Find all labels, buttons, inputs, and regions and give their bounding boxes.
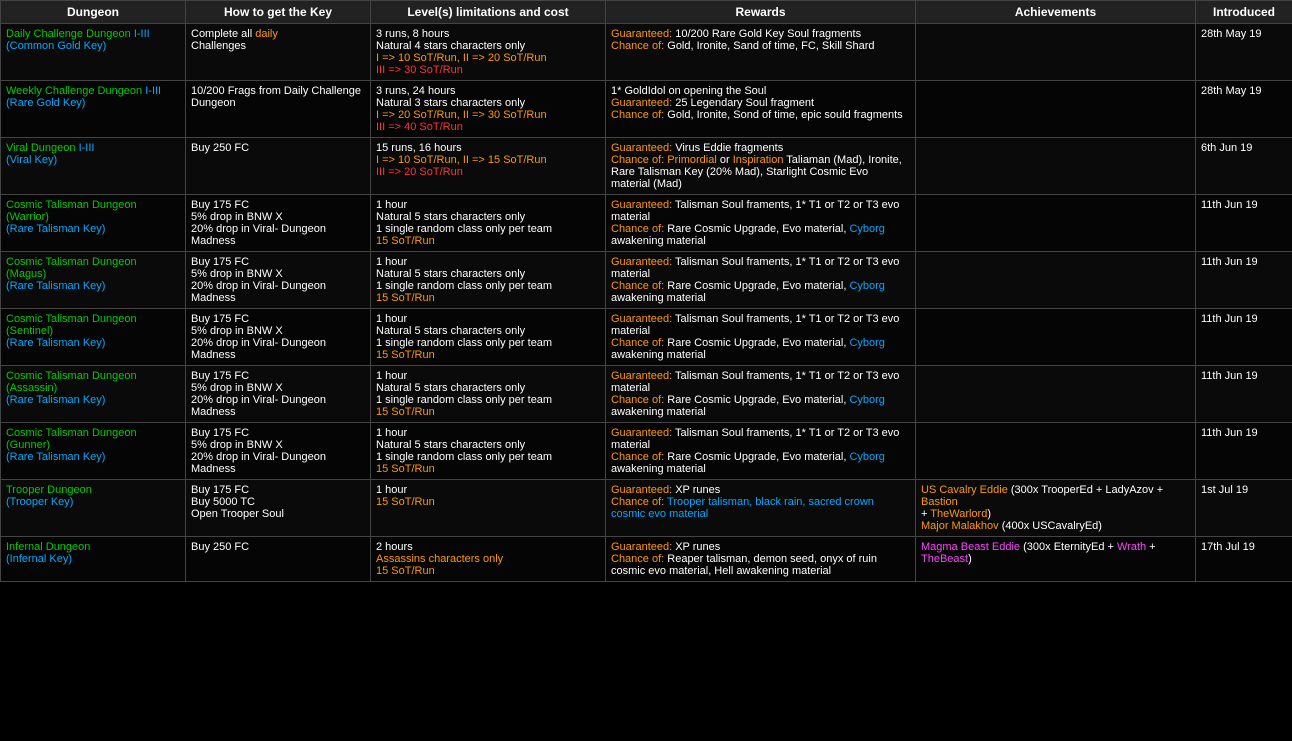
introduced-cell: 11th Jun 19: [1196, 309, 1292, 366]
levels-cell: 1 hourNatural 5 stars characters only1 s…: [371, 309, 606, 366]
table-row: Cosmic Talisman Dungeon (Magus)(Rare Tal…: [1, 252, 1292, 309]
rewards-cell: Guaranteed: Talisman Soul framents, 1* T…: [606, 366, 916, 423]
dungeon-cell: Cosmic Talisman Dungeon (Sentinel)(Rare …: [1, 309, 186, 366]
achievements-cell: [916, 81, 1196, 138]
header-rewards: Rewards: [606, 1, 916, 24]
key-cell: Buy 175 FC5% drop in BNW X20% drop in Vi…: [186, 366, 371, 423]
introduced-cell: 28th May 19: [1196, 24, 1292, 81]
introduced-cell: 11th Jun 19: [1196, 252, 1292, 309]
table-row: Cosmic Talisman Dungeon (Assassin)(Rare …: [1, 366, 1292, 423]
dungeon-table: Dungeon How to get the Key Level(s) limi…: [0, 0, 1292, 582]
dungeon-cell: Cosmic Talisman Dungeon (Assassin)(Rare …: [1, 366, 186, 423]
introduced-cell: 1st Jul 19: [1196, 480, 1292, 537]
levels-cell: 1 hourNatural 5 stars characters only1 s…: [371, 366, 606, 423]
rewards-cell: Guaranteed: Talisman Soul framents, 1* T…: [606, 423, 916, 480]
key-cell: Buy 175 FC5% drop in BNW X20% drop in Vi…: [186, 309, 371, 366]
table-row: Infernal Dungeon(Infernal Key)Buy 250 FC…: [1, 537, 1292, 582]
table-row: Weekly Challenge Dungeon I-III(Rare Gold…: [1, 81, 1292, 138]
table-row: Trooper Dungeon(Trooper Key)Buy 175 FCBu…: [1, 480, 1292, 537]
table-row: Daily Challenge Dungeon I-III(Common Gol…: [1, 24, 1292, 81]
achievements-cell: [916, 309, 1196, 366]
header-achievements: Achievements: [916, 1, 1196, 24]
achievements-cell: [916, 138, 1196, 195]
levels-cell: 15 runs, 16 hoursI => 10 SoT/Run, II => …: [371, 138, 606, 195]
introduced-cell: 28th May 19: [1196, 81, 1292, 138]
table-header: Dungeon How to get the Key Level(s) limi…: [1, 1, 1292, 24]
dungeon-cell: Cosmic Talisman Dungeon (Magus)(Rare Tal…: [1, 252, 186, 309]
rewards-cell: Guaranteed: Talisman Soul framents, 1* T…: [606, 252, 916, 309]
achievements-cell: [916, 24, 1196, 81]
introduced-cell: 11th Jun 19: [1196, 195, 1292, 252]
rewards-cell: Guaranteed: Talisman Soul framents, 1* T…: [606, 195, 916, 252]
table-row: Cosmic Talisman Dungeon (Sentinel)(Rare …: [1, 309, 1292, 366]
levels-cell: 3 runs, 8 hoursNatural 4 stars character…: [371, 24, 606, 81]
rewards-cell: Guaranteed: XP runesChance of: Reaper ta…: [606, 537, 916, 582]
introduced-cell: 6th Jun 19: [1196, 138, 1292, 195]
header-introduced: Introduced: [1196, 1, 1292, 24]
key-cell: Buy 250 FC: [186, 138, 371, 195]
dungeon-cell: Viral Dungeon I-III(Viral Key): [1, 138, 186, 195]
introduced-cell: 11th Jun 19: [1196, 366, 1292, 423]
levels-cell: 3 runs, 24 hoursNatural 3 stars characte…: [371, 81, 606, 138]
achievements-cell: US Cavalry Eddie (300x TrooperEd + LadyA…: [916, 480, 1196, 537]
table-row: Viral Dungeon I-III(Viral Key)Buy 250 FC…: [1, 138, 1292, 195]
header-key: How to get the Key: [186, 1, 371, 24]
rewards-cell: Guaranteed: XP runesChance of: Trooper t…: [606, 480, 916, 537]
key-cell: Buy 175 FC5% drop in BNW X20% drop in Vi…: [186, 252, 371, 309]
rewards-cell: Guaranteed: Virus Eddie fragmentsChance …: [606, 138, 916, 195]
achievements-cell: [916, 195, 1196, 252]
dungeon-cell: Cosmic Talisman Dungeon (Warrior)(Rare T…: [1, 195, 186, 252]
rewards-cell: Guaranteed: Talisman Soul framents, 1* T…: [606, 309, 916, 366]
key-cell: Buy 175 FC5% drop in BNW X20% drop in Vi…: [186, 423, 371, 480]
levels-cell: 1 hourNatural 5 stars characters only1 s…: [371, 195, 606, 252]
dungeon-cell: Daily Challenge Dungeon I-III(Common Gol…: [1, 24, 186, 81]
key-cell: Buy 175 FC5% drop in BNW X20% drop in Vi…: [186, 195, 371, 252]
rewards-cell: Guaranteed: 10/200 Rare Gold Key Soul fr…: [606, 24, 916, 81]
levels-cell: 2 hoursAssassins characters only15 SoT/R…: [371, 537, 606, 582]
table-row: Cosmic Talisman Dungeon (Gunner)(Rare Ta…: [1, 423, 1292, 480]
dungeon-cell: Cosmic Talisman Dungeon (Gunner)(Rare Ta…: [1, 423, 186, 480]
achievements-cell: [916, 423, 1196, 480]
achievements-cell: [916, 252, 1196, 309]
dungeon-cell: Infernal Dungeon(Infernal Key): [1, 537, 186, 582]
table-row: Cosmic Talisman Dungeon (Warrior)(Rare T…: [1, 195, 1292, 252]
key-cell: Complete all dailyChallenges: [186, 24, 371, 81]
introduced-cell: 11th Jun 19: [1196, 423, 1292, 480]
header-levels: Level(s) limitations and cost: [371, 1, 606, 24]
dungeon-cell: Weekly Challenge Dungeon I-III(Rare Gold…: [1, 81, 186, 138]
introduced-cell: 17th Jul 19: [1196, 537, 1292, 582]
key-cell: Buy 250 FC: [186, 537, 371, 582]
achievements-cell: [916, 366, 1196, 423]
levels-cell: 1 hourNatural 5 stars characters only1 s…: [371, 423, 606, 480]
key-cell: 10/200 Frags from Daily Challenge Dungeo…: [186, 81, 371, 138]
key-cell: Buy 175 FCBuy 5000 TCOpen Trooper Soul: [186, 480, 371, 537]
levels-cell: 1 hourNatural 5 stars characters only1 s…: [371, 252, 606, 309]
header-dungeon: Dungeon: [1, 1, 186, 24]
achievements-cell: Magma Beast Eddie (300x EternityEd + Wra…: [916, 537, 1196, 582]
rewards-cell: 1* GoldIdol on opening the SoulGuarantee…: [606, 81, 916, 138]
levels-cell: 1 hour15 SoT/Run: [371, 480, 606, 537]
dungeon-cell: Trooper Dungeon(Trooper Key): [1, 480, 186, 537]
